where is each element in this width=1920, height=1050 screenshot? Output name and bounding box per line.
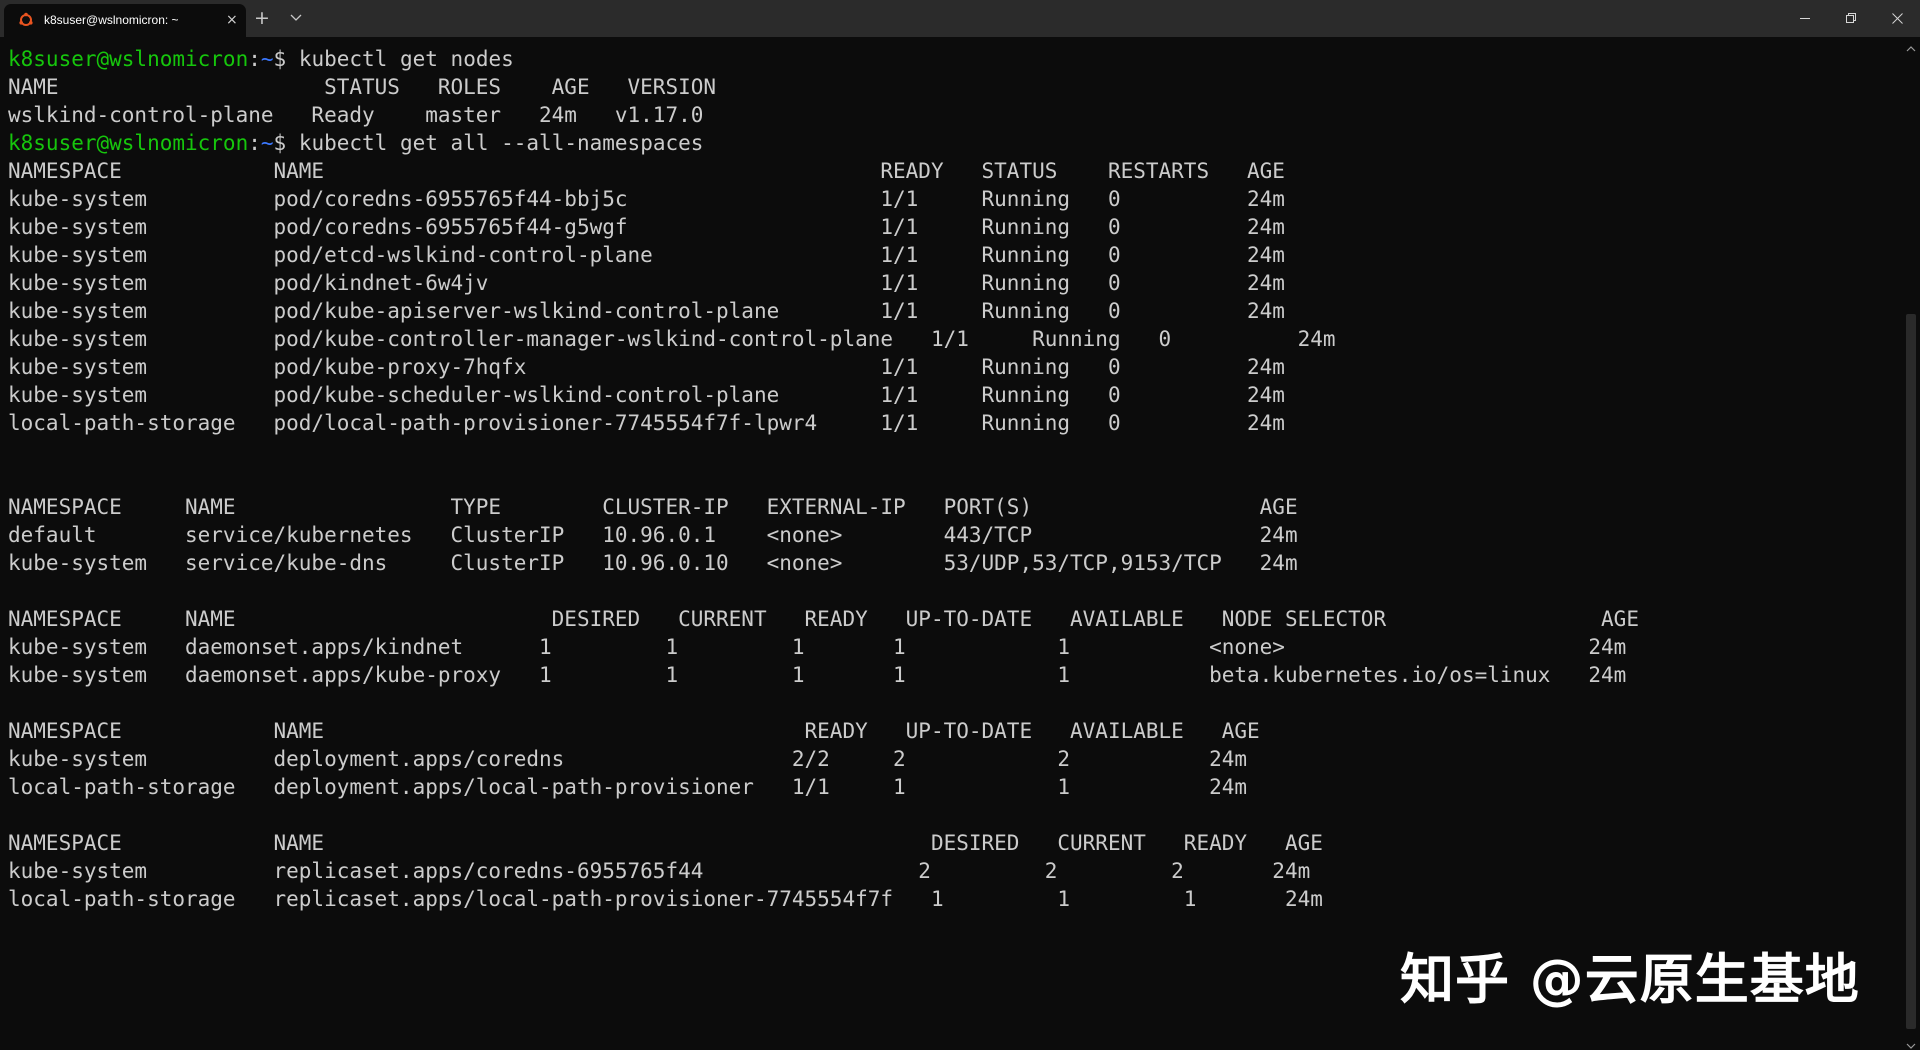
chevron-down-icon[interactable] <box>288 9 304 25</box>
prompt-path: ~ <box>260 131 274 155</box>
output-line: kube-system pod/kube-apiserver-wslkind-c… <box>8 299 1285 323</box>
output-line: kube-system pod/kube-proxy-7hqfx 1/1 Run… <box>8 355 1285 379</box>
command-text: kubectl get all --all-namespaces <box>298 131 704 155</box>
scroll-up-icon[interactable] <box>1906 40 1916 52</box>
minimize-button[interactable] <box>1782 0 1828 37</box>
output-line: NAMESPACE NAME READY STATUS RESTARTS AGE <box>8 159 1285 183</box>
output-line: kube-system pod/kube-controller-manager-… <box>8 327 1336 351</box>
output-line: NAMESPACE NAME TYPE CLUSTER-IP EXTERNAL-… <box>8 495 1298 519</box>
output-line: kube-system pod/etcd-wslkind-control-pla… <box>8 243 1285 267</box>
output-line: wslkind-control-plane Ready master 24m v… <box>8 103 704 127</box>
new-tab-button[interactable]: + <box>254 6 270 30</box>
output-line: local-path-storage pod/local-path-provis… <box>8 411 1285 435</box>
output-line: kube-system deployment.apps/coredns 2/2 … <box>8 747 1248 771</box>
output-line: kube-system pod/kube-scheduler-wslkind-c… <box>8 383 1285 407</box>
prompt-colon: : <box>248 131 261 155</box>
tab-title: k8suser@wslnomicron: ~ <box>44 13 179 27</box>
output-line: kube-system pod/coredns-6955765f44-g5wgf… <box>8 215 1285 239</box>
output-line: kube-system daemonset.apps/kindnet 1 1 1… <box>8 635 1627 659</box>
terminal-window: k8suser@wslnomicron: ~ × + k8suser@wslno… <box>0 0 1920 1050</box>
maximize-button[interactable] <box>1828 0 1874 37</box>
watermark: 知乎 @云原生基地 <box>1400 948 1860 1011</box>
prompt-line: k8suser@wslnomicron:~$ kubectl get nodes <box>8 45 1888 73</box>
terminal-output[interactable]: k8suser@wslnomicron:~$ kubectl get nodes… <box>8 45 1888 1035</box>
output-line: local-path-storage deployment.apps/local… <box>8 775 1248 799</box>
output-line: NAMESPACE NAME DESIRED CURRENT READY AGE <box>8 831 1323 855</box>
scroll-down-icon[interactable] <box>1906 1037 1916 1049</box>
ubuntu-icon <box>18 12 34 28</box>
prompt-user-host: k8suser@wslnomicron <box>8 131 249 155</box>
scrollbar-thumb[interactable] <box>1906 314 1916 1029</box>
output-line: kube-system pod/coredns-6955765f44-bbj5c… <box>8 187 1285 211</box>
output-line: local-path-storage replicaset.apps/local… <box>8 887 1323 911</box>
output-line: default service/kubernetes ClusterIP 10.… <box>8 523 1298 547</box>
prompt-colon: : <box>248 47 261 71</box>
output-line: kube-system replicaset.apps/coredns-6955… <box>8 859 1311 883</box>
tab-ubuntu[interactable]: k8suser@wslnomicron: ~ × <box>4 4 246 37</box>
output-line: kube-system daemonset.apps/kube-proxy 1 … <box>8 663 1627 687</box>
output-line: kube-system pod/kindnet-6w4jv 1/1 Runnin… <box>8 271 1285 295</box>
tab-bar: k8suser@wslnomicron: ~ × + <box>0 0 1920 37</box>
output-line: NAMESPACE NAME DESIRED CURRENT READY UP-… <box>8 607 1639 631</box>
output-line: kube-system service/kube-dns ClusterIP 1… <box>8 551 1298 575</box>
prompt-symbol: $ <box>273 47 299 71</box>
prompt-path: ~ <box>260 47 274 71</box>
output-line: NAMESPACE NAME READY UP-TO-DATE AVAILABL… <box>8 719 1260 743</box>
scrollbar[interactable] <box>1902 37 1920 1050</box>
close-window-button[interactable] <box>1874 0 1920 37</box>
prompt-user-host: k8suser@wslnomicron <box>8 47 249 71</box>
command-text: kubectl get nodes <box>298 47 514 71</box>
prompt-line: k8suser@wslnomicron:~$ kubectl get all -… <box>8 129 1888 157</box>
tab-close-button[interactable]: × <box>226 11 238 29</box>
prompt-symbol: $ <box>273 131 299 155</box>
output-line: NAME STATUS ROLES AGE VERSION <box>8 75 717 99</box>
